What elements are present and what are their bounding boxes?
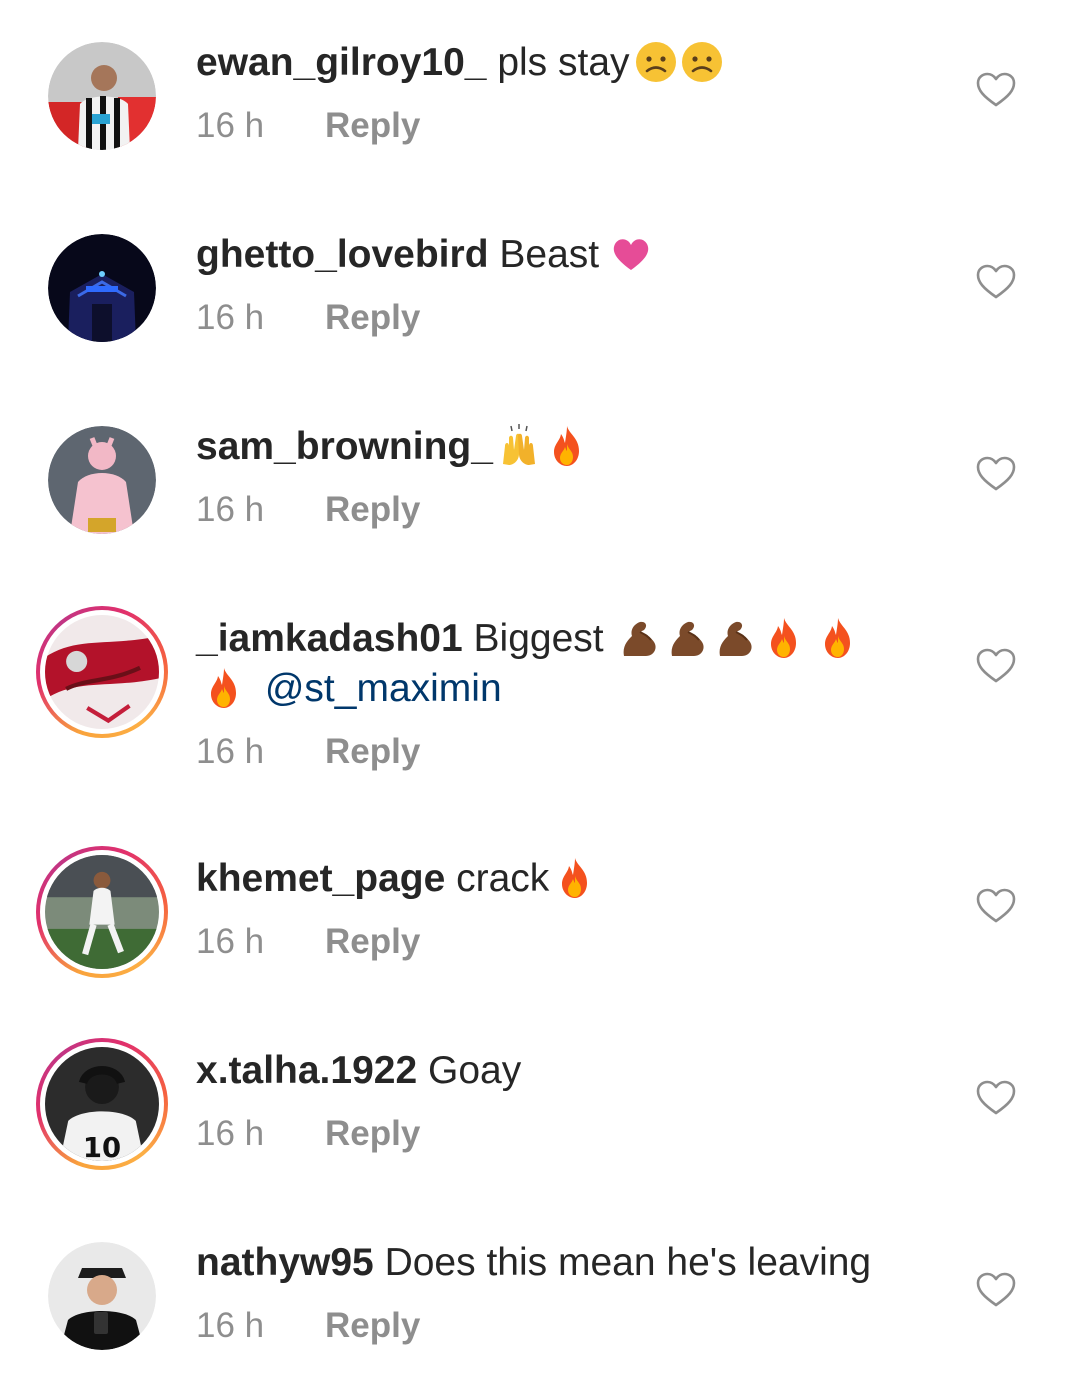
avatar-image	[48, 1242, 156, 1350]
avatar[interactable]	[36, 846, 168, 978]
comment-meta: 16 h Reply	[196, 296, 420, 340]
fire-icon	[816, 616, 860, 660]
like-heart-icon[interactable]	[976, 456, 1016, 492]
pink-heart-icon	[609, 232, 653, 276]
reply-button[interactable]: Reply	[325, 298, 420, 337]
reply-button[interactable]: Reply	[325, 1306, 420, 1345]
comment-text-continued: @st_maximin	[196, 664, 502, 714]
flexed-biceps-icon	[714, 616, 758, 660]
like-heart-icon[interactable]	[976, 1272, 1016, 1308]
fire-icon	[553, 856, 597, 900]
comment-username[interactable]: _iamkadash01	[196, 617, 463, 660]
comment-body: Biggest	[473, 617, 604, 660]
comment-username[interactable]: ewan_gilroy10_	[196, 41, 486, 84]
comment-time: 16 h	[196, 922, 265, 961]
comment-meta: 16 h Reply	[196, 730, 420, 774]
reply-button[interactable]: Reply	[325, 732, 420, 771]
comment-text: x.talha.1922 Goay	[196, 1046, 521, 1096]
avatar[interactable]	[48, 1242, 156, 1350]
comment-meta: 16 h Reply	[196, 920, 420, 964]
avatar-image	[48, 234, 156, 342]
reply-button[interactable]: Reply	[325, 490, 420, 529]
reply-button[interactable]: Reply	[325, 106, 420, 145]
comment-meta: 16 h Reply	[196, 1304, 420, 1348]
avatar-image	[48, 42, 156, 150]
comment-time: 16 h	[196, 490, 265, 529]
comment-body: crack	[456, 857, 550, 900]
comment-body: pls stay	[497, 41, 630, 84]
sad-face-icon	[680, 40, 724, 84]
reply-button[interactable]: Reply	[325, 922, 420, 961]
avatar[interactable]	[36, 606, 168, 738]
comment-meta: 16 h Reply	[196, 1112, 420, 1156]
comment-username[interactable]: khemet_page	[196, 857, 445, 900]
avatar[interactable]	[48, 426, 156, 534]
raised-hands-icon	[497, 424, 541, 468]
comment-text: sam_browning_	[196, 422, 589, 472]
like-heart-icon[interactable]	[976, 264, 1016, 300]
comment-time: 16 h	[196, 732, 265, 771]
comment-body: Beast	[499, 233, 600, 276]
comment-username[interactable]: nathyw95	[196, 1241, 374, 1284]
comment-time: 16 h	[196, 1114, 265, 1153]
like-heart-icon[interactable]	[976, 648, 1016, 684]
comment-time: 16 h	[196, 298, 265, 337]
comment-text: nathyw95 Does this mean he's leaving	[196, 1238, 871, 1288]
jersey-number: 10	[83, 1133, 121, 1161]
comment-text: _iamkadash01 Biggest	[196, 614, 860, 664]
flexed-biceps-icon	[618, 616, 662, 660]
comment-username[interactable]: sam_browning_	[196, 425, 493, 468]
comment-time: 16 h	[196, 106, 265, 145]
comment-username[interactable]: x.talha.1922	[196, 1049, 417, 1092]
comment-username[interactable]: ghetto_lovebird	[196, 233, 489, 276]
avatar-image	[45, 855, 159, 969]
reply-button[interactable]: Reply	[325, 1114, 420, 1153]
avatar[interactable]	[48, 234, 156, 342]
avatar-image	[45, 615, 159, 729]
sad-face-icon	[634, 40, 678, 84]
comment-text: ewan_gilroy10_ pls stay	[196, 38, 724, 88]
flexed-biceps-icon	[666, 616, 710, 660]
like-heart-icon[interactable]	[976, 72, 1016, 108]
avatar[interactable]	[48, 42, 156, 150]
comment-text: ghetto_lovebird Beast	[196, 230, 653, 280]
comment-body: Goay	[428, 1049, 522, 1092]
avatar[interactable]: 10	[36, 1038, 168, 1170]
fire-icon	[762, 616, 806, 660]
mention-link[interactable]: @st_maximin	[265, 667, 502, 710]
comment-meta: 16 h Reply	[196, 488, 420, 532]
comment-body: Does this mean he's leaving	[384, 1241, 872, 1284]
like-heart-icon[interactable]	[976, 888, 1016, 924]
fire-icon	[545, 424, 589, 468]
avatar-image: 10	[45, 1047, 159, 1161]
avatar-image	[48, 426, 156, 534]
comment-meta: 16 h Reply	[196, 104, 420, 148]
comment-time: 16 h	[196, 1306, 265, 1345]
comment-text: khemet_page crack	[196, 854, 597, 904]
fire-icon	[202, 666, 246, 710]
like-heart-icon[interactable]	[976, 1080, 1016, 1116]
